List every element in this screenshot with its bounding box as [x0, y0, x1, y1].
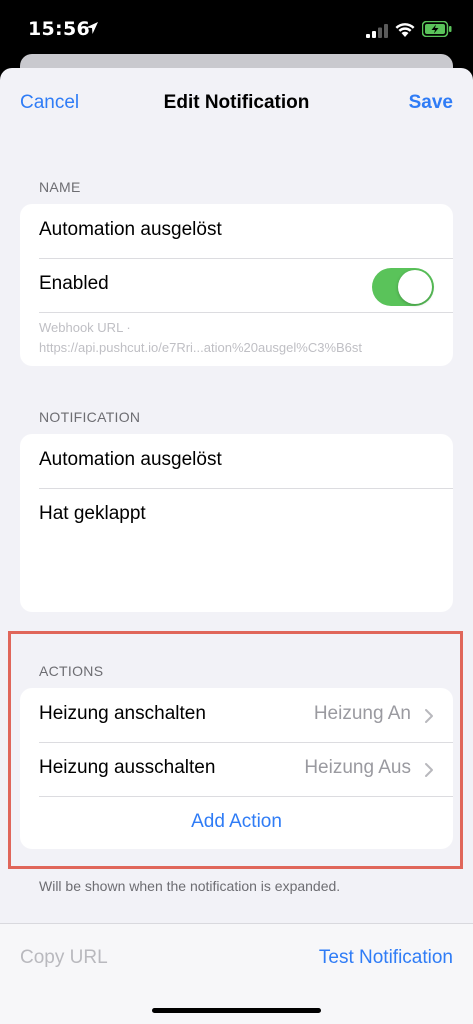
save-button[interactable]: Save	[409, 92, 453, 114]
webhook-url-label: Webhook URL ·	[39, 320, 131, 335]
notification-section-header: NOTIFICATION	[39, 409, 141, 425]
copy-url-button[interactable]: Copy URL	[20, 947, 108, 969]
divider	[39, 312, 453, 313]
page-title: Edit Notification	[163, 92, 310, 113]
notification-title-value: Automation ausgelöst	[39, 449, 222, 470]
test-notification-button[interactable]: Test Notification	[319, 947, 453, 969]
notification-name-field[interactable]: Automation ausgelöst	[20, 204, 453, 258]
bottom-toolbar: Copy URL Test Notification	[0, 923, 473, 1024]
location-arrow-icon	[86, 22, 98, 34]
enabled-row: Enabled	[20, 258, 453, 312]
notification-card: Automation ausgelöst Hat geklappt	[20, 434, 453, 612]
enabled-label: Enabled	[39, 273, 109, 294]
name-card: Automation ausgelöst Enabled Webhook URL…	[20, 204, 453, 366]
notification-body-field[interactable]: Hat geklappt	[20, 488, 453, 612]
cellular-signal-icon	[366, 24, 388, 38]
notification-name-value: Automation ausgelöst	[39, 219, 222, 240]
battery-charging-icon	[422, 21, 452, 37]
notification-title-field[interactable]: Automation ausgelöst	[20, 434, 453, 488]
webhook-url-value[interactable]: https://api.pushcut.io/e7Rri...ation%20a…	[39, 340, 362, 355]
wifi-icon	[395, 23, 415, 37]
home-indicator	[152, 1008, 321, 1013]
status-time: 15:56	[28, 18, 90, 40]
enabled-toggle[interactable]	[372, 268, 434, 306]
notification-body-value: Hat geklappt	[39, 503, 146, 524]
toggle-knob	[398, 270, 432, 304]
status-bar: 15:56	[0, 0, 473, 62]
actions-footer-note: Will be shown when the notification is e…	[39, 878, 341, 894]
actions-highlight-box	[8, 631, 463, 869]
edit-notification-sheet: Cancel Edit Notification Save NAME Autom…	[0, 68, 473, 1024]
name-section-header: NAME	[39, 179, 81, 195]
navigation-bar: Cancel Edit Notification Save	[0, 68, 473, 138]
